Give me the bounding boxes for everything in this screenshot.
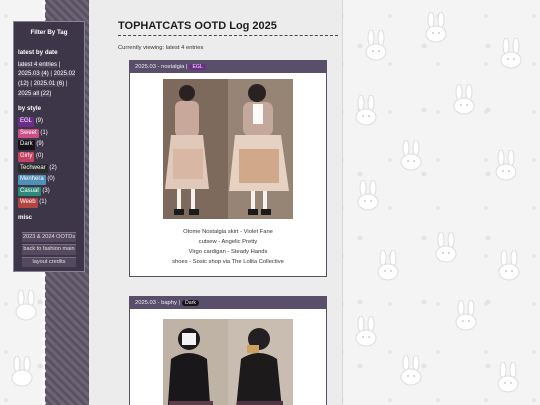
fashion-main-button[interactable]: back to fashion main bbox=[22, 244, 76, 255]
tag-label[interactable]: EGL bbox=[18, 117, 35, 127]
style-tag-list: EGL (9) Sweet (1) Dark (9) Girly (0) Tec… bbox=[14, 116, 84, 209]
bunny-icon bbox=[355, 316, 377, 347]
entry-header: 2025.03 - baphy | Dark bbox=[130, 297, 326, 309]
bunny-icon bbox=[495, 150, 517, 181]
date-link-2025-01[interactable]: 2025.01 (6) bbox=[33, 81, 65, 88]
outfit-caption: Otome Nostalgia skirt - Violet Fane cuts… bbox=[130, 219, 326, 276]
style-tag-girly[interactable]: Girly (0) bbox=[14, 151, 84, 163]
entry-header: 2025.03 - nostalgia | EGL bbox=[130, 61, 326, 73]
bunny-icon bbox=[365, 30, 387, 61]
style-tag-techwear[interactable]: Techwear (2) bbox=[14, 163, 84, 175]
ootd-archive-button[interactable]: 2023 & 2024 OOTDs bbox=[22, 231, 76, 243]
date-link-latest[interactable]: latest 4 entries bbox=[18, 61, 58, 68]
style-tag-egl[interactable]: EGL (9) bbox=[14, 116, 84, 128]
outfit-photo-image bbox=[163, 319, 293, 405]
style-tag-dark[interactable]: Dark (9) bbox=[14, 139, 84, 151]
bunny-icon bbox=[498, 250, 520, 281]
entry-title: 2025.03 - baphy | bbox=[135, 300, 181, 306]
caption-line: shoes - Sosic shop via The Lolita Collec… bbox=[172, 259, 284, 266]
caption-line: cutsew - Angelic Pretty bbox=[198, 239, 258, 246]
tag-label[interactable]: Sweet bbox=[18, 128, 39, 139]
bunny-icon bbox=[400, 355, 422, 386]
entry-tag[interactable]: EGL bbox=[189, 64, 206, 70]
outfit-photo[interactable] bbox=[163, 79, 293, 219]
page-title: TOPHATCATS OOTD Log 2025 bbox=[118, 20, 338, 36]
caption-line: Otome Nostalgia skirt - Violet Fane bbox=[183, 229, 273, 235]
date-link-2025-03[interactable]: 2025.03 (4) bbox=[18, 71, 49, 78]
bunny-icon bbox=[377, 250, 399, 281]
style-tag-casual[interactable]: Casual (3) bbox=[14, 186, 84, 198]
entry-card: 2025.03 - baphy | Dark bbox=[129, 296, 327, 405]
date-heading: latest by date bbox=[18, 48, 58, 56]
bunny-icon bbox=[453, 84, 475, 115]
viewing-status: Currently viewing: latest 4 entries bbox=[118, 45, 204, 51]
tag-label[interactable]: Dark bbox=[18, 140, 35, 150]
layout-credits-button[interactable]: layout credits bbox=[22, 256, 76, 268]
outfit-photo-image bbox=[163, 79, 293, 219]
tag-label[interactable]: Girly bbox=[18, 151, 35, 162]
style-heading: by style bbox=[18, 105, 42, 113]
entry-title: 2025.03 - nostalgia | bbox=[135, 64, 188, 70]
main-content: TOPHATCATS OOTD Log 2025 Currently viewi… bbox=[89, 0, 343, 405]
bunny-icon bbox=[497, 362, 519, 393]
filter-sidebar: Filter By Tag latest by date latest 4 en… bbox=[13, 21, 85, 272]
entry-card: 2025.03 - nostalgia | EGL Otome Nostalgi… bbox=[129, 60, 327, 277]
bunny-icon bbox=[500, 38, 522, 69]
bunny-icon bbox=[11, 356, 33, 387]
bunny-icon bbox=[400, 140, 422, 171]
date-link-2025-all[interactable]: 2025 all (22) bbox=[18, 90, 52, 97]
bunny-icon bbox=[425, 12, 447, 43]
bunny-icon bbox=[455, 300, 477, 331]
bunny-icon bbox=[435, 232, 457, 263]
tag-label[interactable]: Weeb bbox=[18, 198, 38, 208]
style-tag-menhera[interactable]: Menhera (0) bbox=[14, 174, 84, 186]
misc-heading: misc bbox=[18, 213, 33, 221]
bunny-icon bbox=[357, 180, 379, 211]
entry-tag[interactable]: Dark bbox=[182, 300, 199, 306]
outfit-photo[interactable] bbox=[163, 319, 293, 405]
sidebar-title: Filter By Tag bbox=[30, 29, 68, 36]
caption-line: Virgo cardigan - Steady Hands bbox=[188, 249, 268, 256]
bunny-icon bbox=[15, 290, 37, 321]
tag-label[interactable]: Casual bbox=[18, 186, 41, 197]
style-tag-sweet[interactable]: Sweet (1) bbox=[14, 128, 84, 140]
tag-label[interactable]: Menhera bbox=[18, 175, 46, 185]
tag-label[interactable]: Techwear bbox=[18, 163, 48, 174]
bunny-icon bbox=[355, 95, 377, 126]
date-links: latest 4 entries | 2025.03 (4) | 2025.02… bbox=[18, 61, 76, 97]
style-tag-weeb[interactable]: Weeb (1) bbox=[14, 197, 84, 209]
